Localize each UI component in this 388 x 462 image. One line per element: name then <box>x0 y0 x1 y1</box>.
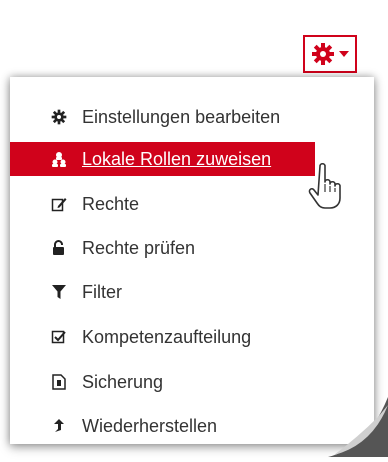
menu-item-label: Einstellungen bearbeiten <box>82 106 281 127</box>
menu-item-label: Wiederherstellen <box>82 415 218 436</box>
settings-menu-button[interactable] <box>303 35 357 73</box>
hand-pointer-icon <box>308 162 348 217</box>
filter-icon <box>50 283 68 301</box>
menu-item-wiederherstellen[interactable]: Wiederherstellen <box>10 409 374 443</box>
gear-icon <box>50 108 68 126</box>
menu-item-label: Sicherung <box>82 371 164 392</box>
menu-item-kompetenzaufteilung[interactable]: Kompetenzaufteilung <box>10 320 374 354</box>
file-icon <box>50 373 68 391</box>
gear-icon <box>311 42 335 66</box>
page-curl-decoration <box>328 397 388 457</box>
menu-item-filter[interactable]: Filter <box>10 275 374 309</box>
unlock-icon <box>50 239 68 257</box>
menu-item-rechte-pruefen[interactable]: Rechte prüfen <box>10 231 374 265</box>
menu-item-label: Kompetenzaufteilung <box>82 326 252 347</box>
menu-item-einstellungen-bearbeiten[interactable]: Einstellungen bearbeiten <box>10 100 374 134</box>
checkbox-icon <box>50 328 68 346</box>
edit-icon <box>50 195 68 213</box>
menu-item-sicherung[interactable]: Sicherung <box>10 365 374 399</box>
restore-arrow-icon <box>50 417 68 435</box>
settings-dropdown-menu: Einstellungen bearbeiten Lokale Rollen z… <box>10 77 374 444</box>
menu-item-label: Rechte prüfen <box>82 237 196 258</box>
menu-item-label: Rechte <box>82 193 140 214</box>
users-icon <box>50 150 68 168</box>
menu-item-lokale-rollen-zuweisen[interactable]: Lokale Rollen zuweisen <box>10 142 315 176</box>
menu-item-label: Lokale Rollen zuweisen <box>82 148 272 169</box>
menu-item-label: Filter <box>82 281 122 302</box>
caret-down-icon <box>339 51 349 57</box>
